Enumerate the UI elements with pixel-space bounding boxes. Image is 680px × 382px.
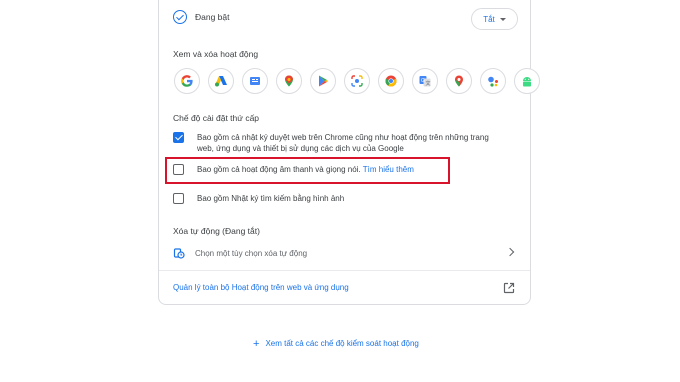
visual-search-label: Bao gồm Nhật ký tìm kiếm bằng hình ảnh [197, 194, 345, 203]
highlight-box [165, 157, 450, 184]
see-all-controls-label: Xem tất cả các chế độ kiểm soát hoạt độn… [265, 339, 419, 348]
google-news-icon[interactable] [242, 68, 268, 94]
turn-off-label: Tắt [483, 14, 495, 24]
check-circle-icon [173, 10, 187, 24]
auto-delete-row[interactable]: Chọn một tùy chọn xóa tự động [173, 244, 518, 262]
see-all-controls-link[interactable]: + Xem tất cả các chế độ kiểm soát hoạt đ… [253, 337, 419, 350]
manage-activity-link[interactable]: Quản lý toàn bộ Hoạt động trên web và ứn… [173, 283, 349, 292]
google-search-icon[interactable] [174, 68, 200, 94]
chrome-history-checkbox[interactable] [173, 132, 184, 143]
google-lens-icon[interactable] [344, 68, 370, 94]
google-assistant-icon[interactable] [480, 68, 506, 94]
android-icon[interactable] [514, 68, 540, 94]
visual-search-option: Bao gồm Nhật ký tìm kiếm bằng hình ảnh [173, 193, 344, 204]
caret-down-icon [499, 17, 506, 21]
svg-text:文: 文 [426, 80, 431, 87]
google-maps-pin-icon[interactable] [276, 68, 302, 94]
chevron-right-icon [505, 247, 515, 257]
auto-delete-title: Xóa tự động (Đang tắt) [173, 226, 260, 236]
chrome-history-option: Bao gồm cả nhật ký duyệt web trên Chrome… [173, 132, 489, 154]
status-text: Đang bật [195, 12, 230, 22]
chrome-history-label: Bao gồm cả nhật ký duyệt web trên Chrome… [197, 132, 489, 154]
secondary-settings-title: Chế độ cài đặt thứ cấp [173, 113, 260, 123]
turn-off-dropdown[interactable]: Tắt [471, 8, 518, 30]
google-ads-icon[interactable] [208, 68, 234, 94]
visual-search-checkbox[interactable] [173, 193, 184, 204]
chrome-history-label-line2: web, ứng dụng và thiết bị sử dụng các dị… [197, 144, 404, 153]
plus-icon: + [253, 337, 260, 350]
app-icon-list: G文 [174, 68, 540, 94]
svg-text:G: G [421, 78, 425, 84]
view-delete-title: Xem và xóa hoạt động [173, 49, 259, 59]
google-translate-icon[interactable]: G文 [412, 68, 438, 94]
google-play-icon[interactable] [310, 68, 336, 94]
status-row: Đang bật [173, 10, 230, 24]
auto-delete-icon [173, 248, 185, 259]
chrome-history-label-line1: Bao gồm cả nhật ký duyệt web trên Chrome… [197, 133, 489, 142]
external-link-icon[interactable] [503, 282, 515, 294]
auto-delete-option-label: Chọn một tùy chọn xóa tự động [195, 248, 308, 258]
google-maps-icon[interactable] [446, 68, 472, 94]
chrome-icon[interactable] [378, 68, 404, 94]
divider [159, 270, 530, 271]
